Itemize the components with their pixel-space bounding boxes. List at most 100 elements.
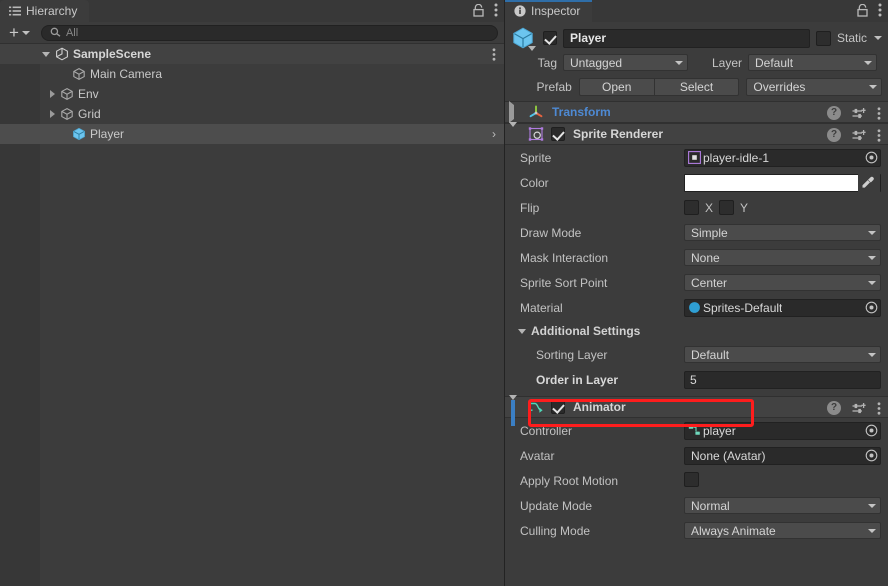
sprite-object-field[interactable]: player-idle-1 xyxy=(684,148,881,167)
preset-settings-icon[interactable] xyxy=(852,107,866,120)
section-header-additional-settings[interactable]: Additional Settings xyxy=(505,320,888,342)
prefab-select-label: Select xyxy=(679,79,714,94)
property-row-flip: Flip X Y xyxy=(505,195,888,220)
help-icon[interactable]: ? xyxy=(827,401,841,415)
sorting-layer-dropdown[interactable]: Default xyxy=(684,346,881,363)
property-row-order-in-layer: Order in Layer 5 xyxy=(505,367,888,392)
update-mode-dropdown[interactable]: Normal xyxy=(684,497,881,514)
layer-dropdown[interactable]: Default xyxy=(748,54,877,71)
prefab-overrides-label: Overrides xyxy=(753,79,806,94)
flip-x-checkbox[interactable] xyxy=(684,200,699,215)
chevron-down-icon xyxy=(868,280,876,285)
eyedropper-icon[interactable] xyxy=(858,173,880,192)
property-label: Controller xyxy=(520,423,573,438)
draw-mode-dropdown[interactable]: Simple xyxy=(684,224,881,241)
tab-inspector[interactable]: Inspector xyxy=(505,0,593,22)
create-gameobject-button[interactable]: + xyxy=(6,24,33,42)
gameobject-name-input[interactable]: Player xyxy=(563,28,810,48)
prefab-label: Prefab xyxy=(536,79,572,94)
preset-settings-icon[interactable] xyxy=(852,402,866,415)
expand-toggle-samplescene[interactable] xyxy=(40,44,52,64)
prefab-open-chevron-icon[interactable]: › xyxy=(492,127,496,141)
gameobject-cube-icon xyxy=(60,87,74,101)
prefab-open-button[interactable]: Open xyxy=(578,77,655,96)
component-header-transform[interactable]: Transform ? xyxy=(505,101,888,123)
tag-label: Tag xyxy=(537,55,557,70)
culling-mode-value: Always Animate xyxy=(691,523,776,538)
prefab-overrides-dropdown[interactable]: Overrides xyxy=(746,77,882,96)
component-header-animator[interactable]: Animator ? xyxy=(505,395,888,419)
material-object-field[interactable]: Sprites-Default xyxy=(684,298,881,317)
chevron-down-icon xyxy=(42,51,50,57)
scene-menu-icon[interactable] xyxy=(492,48,496,64)
static-checkbox[interactable] xyxy=(815,30,831,46)
hierarchy-row-samplescene[interactable]: SampleScene xyxy=(0,44,504,64)
help-icon[interactable]: ? xyxy=(827,128,841,142)
component-menu-icon[interactable] xyxy=(877,401,881,415)
flip-y-checkbox[interactable] xyxy=(719,200,735,215)
property-row-controller: Controller player xyxy=(505,418,888,443)
property-row-sprite-sort-point: Sprite Sort Point Center xyxy=(505,270,888,295)
section-title: Additional Settings xyxy=(531,324,641,338)
order-in-layer-input[interactable]: 5 xyxy=(684,370,881,389)
hierarchy-search-input[interactable]: All xyxy=(40,24,498,41)
preset-settings-icon[interactable] xyxy=(852,129,866,142)
prefab-icon[interactable] xyxy=(511,26,537,51)
lock-icon[interactable] xyxy=(473,3,484,17)
flip-x-label: X xyxy=(705,200,714,215)
property-label: Apply Root Motion xyxy=(520,473,619,488)
tab-hierarchy[interactable]: Hierarchy xyxy=(0,0,90,22)
mask-interaction-value: None xyxy=(691,250,720,265)
prefab-select-button[interactable]: Select xyxy=(654,77,740,96)
tag-dropdown[interactable]: Untagged xyxy=(563,54,688,71)
controller-object-field[interactable]: player xyxy=(684,421,881,440)
hierarchy-toolbar: + All xyxy=(0,22,504,44)
hierarchy-row-label: Env xyxy=(78,87,99,101)
static-label: Static xyxy=(836,31,867,45)
apply-root-motion-checkbox[interactable] xyxy=(684,471,699,487)
help-icon[interactable]: ? xyxy=(827,106,841,120)
inspector-menu-icon[interactable] xyxy=(878,3,882,17)
hierarchy-row-main-camera[interactable]: Main Camera xyxy=(0,64,504,84)
expand-toggle-grid[interactable] xyxy=(46,104,58,124)
property-label: Flip xyxy=(520,200,540,215)
animator-enabled-checkbox[interactable] xyxy=(551,400,565,414)
culling-mode-dropdown[interactable]: Always Animate xyxy=(684,522,881,539)
mask-interaction-dropdown[interactable]: None xyxy=(684,249,881,266)
object-picker-icon[interactable] xyxy=(863,423,880,439)
animator-header-actions: ? xyxy=(827,397,881,419)
object-picker-icon[interactable] xyxy=(863,150,880,166)
component-menu-icon[interactable] xyxy=(877,106,881,120)
chevron-down-icon xyxy=(528,46,536,51)
property-label: Draw Mode xyxy=(520,225,582,240)
component-menu-icon[interactable] xyxy=(877,128,881,142)
static-dropdown-chevron-icon[interactable] xyxy=(874,36,882,40)
component-title-sprite-renderer: Sprite Renderer xyxy=(573,127,664,141)
property-label: Color xyxy=(520,175,549,190)
layer-value: Default xyxy=(755,55,794,70)
expand-toggle-sprite-renderer[interactable] xyxy=(509,122,523,141)
hierarchy-row-grid[interactable]: Grid xyxy=(0,104,504,124)
sprite-renderer-enabled-checkbox[interactable] xyxy=(551,127,565,141)
object-picker-icon[interactable] xyxy=(863,300,880,316)
hierarchy-row-player[interactable]: Player › xyxy=(0,124,504,144)
avatar-object-field[interactable]: None (Avatar) xyxy=(684,446,881,465)
property-label: Material xyxy=(520,300,563,315)
hierarchy-row-label: Player xyxy=(90,127,125,141)
expand-toggle-transform[interactable] xyxy=(509,101,523,123)
tab-inspector-label: Inspector xyxy=(531,4,581,18)
hierarchy-row-env[interactable]: Env xyxy=(0,84,504,104)
lock-icon[interactable] xyxy=(857,3,868,17)
component-header-sprite-renderer[interactable]: Sprite Renderer ? xyxy=(505,122,888,145)
object-picker-icon[interactable] xyxy=(863,448,880,464)
expand-toggle-env[interactable] xyxy=(46,84,58,104)
inspector-tabbar: Inspector xyxy=(505,0,888,22)
inspector-panel: Inspector Player Static Tag Untagged Lay… xyxy=(505,0,888,586)
hierarchy-tabbar-actions xyxy=(473,3,498,17)
hierarchy-menu-icon[interactable] xyxy=(494,3,498,17)
color-swatch-field[interactable] xyxy=(684,173,881,192)
sprite-sort-point-dropdown[interactable]: Center xyxy=(684,274,881,291)
flip-y-label: Y xyxy=(740,200,749,215)
hierarchy-row-label: Grid xyxy=(78,107,101,121)
gameobject-enabled-checkbox[interactable] xyxy=(543,31,557,45)
